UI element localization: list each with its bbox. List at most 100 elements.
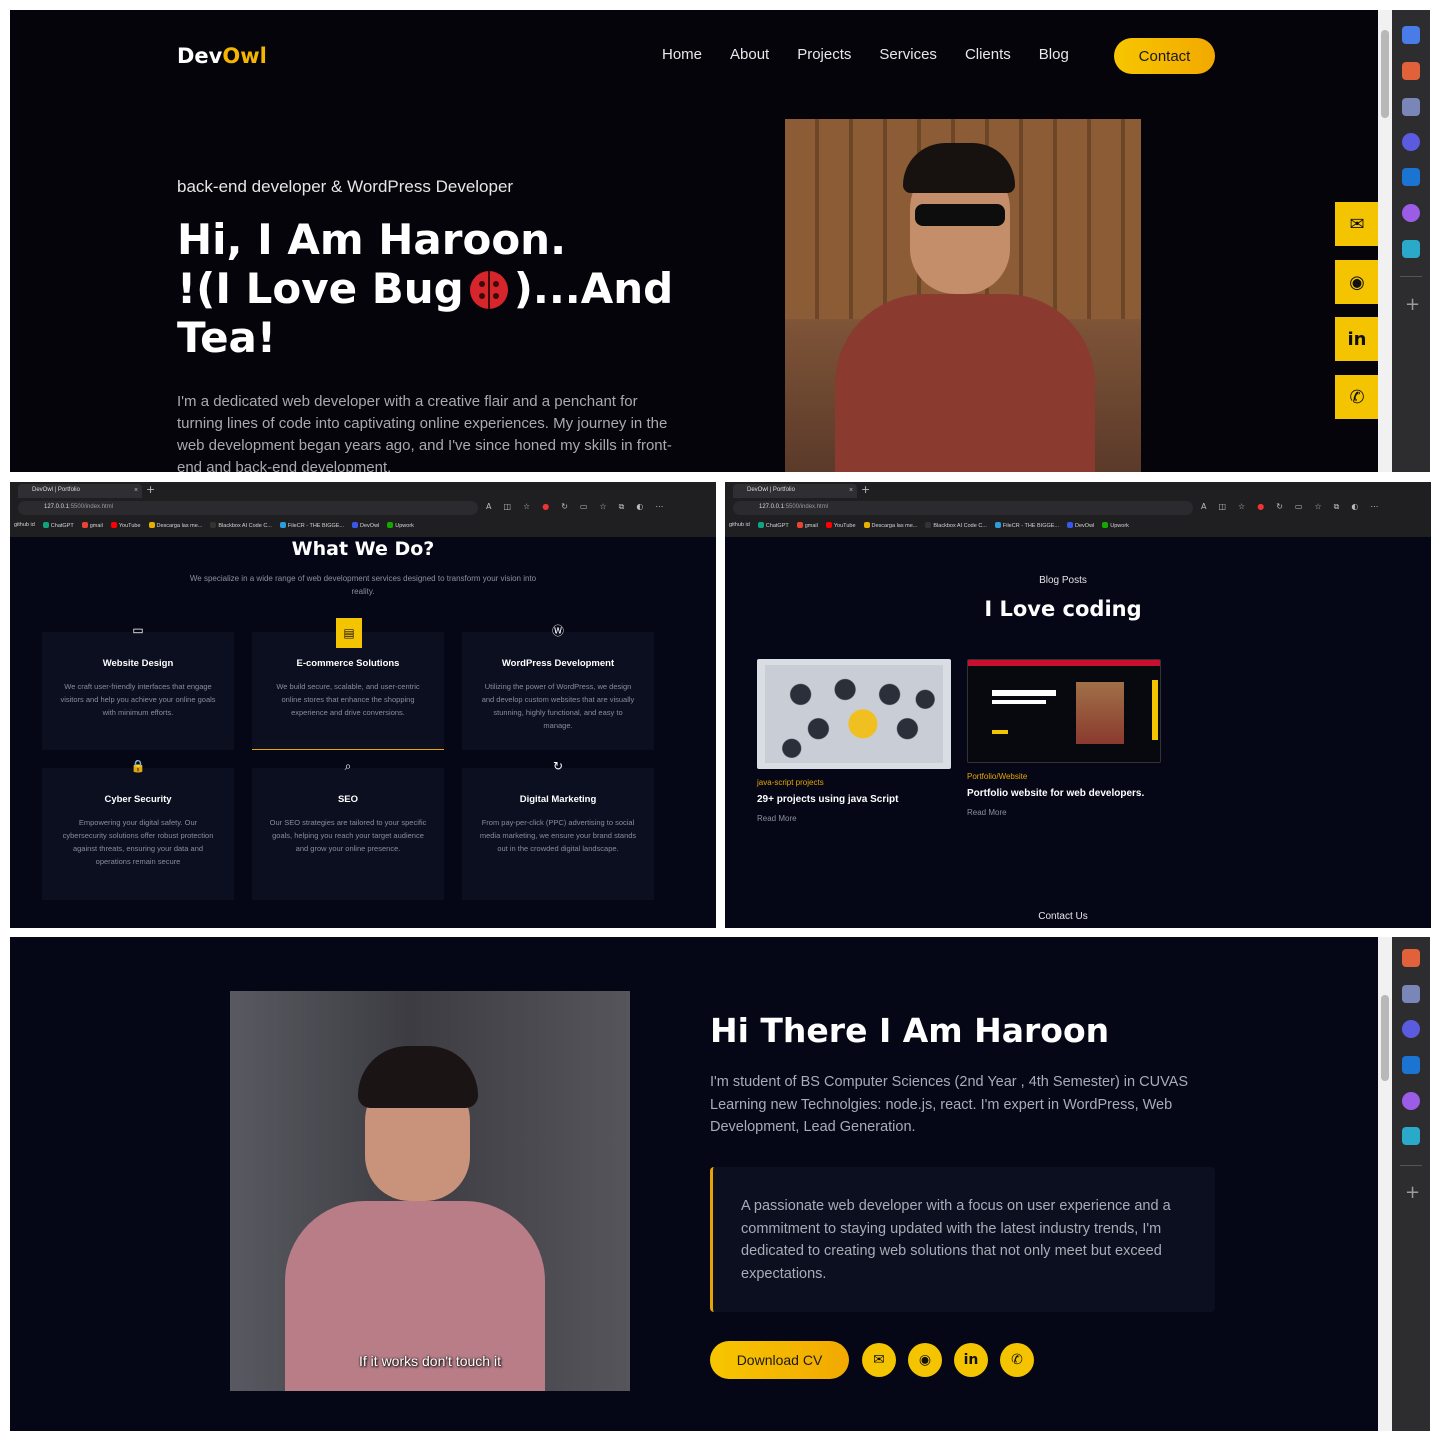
bookmark-item[interactable]: YouTube (825, 522, 856, 529)
card-title: E-commerce Solutions (296, 658, 400, 669)
scrollbar[interactable] (1378, 10, 1392, 472)
site-logo[interactable]: DevOwl (177, 44, 267, 68)
menu-icon[interactable]: ⋯ (1370, 502, 1378, 512)
blog-post-1-title[interactable]: 29+ projects using java Script (757, 794, 898, 805)
bookmark-item[interactable]: DevOwl (352, 522, 379, 529)
blog-post-2-title[interactable]: Portfolio website for web developers. (967, 788, 1144, 799)
nav-home[interactable]: Home (662, 46, 702, 63)
bookmark-item[interactable]: Descarga las me... (148, 522, 203, 529)
bookmark-item[interactable]: YouTube (110, 522, 141, 529)
copilot-icon[interactable]: ◐ (1351, 502, 1358, 512)
github-icon[interactable]: ◉ (908, 1343, 942, 1377)
edge-designer-icon[interactable] (1402, 1092, 1420, 1110)
card-text: We craft user-friendly interfaces that e… (60, 682, 216, 717)
nav-projects[interactable]: Projects (797, 46, 851, 63)
collections-icon[interactable]: ⧉ (619, 502, 625, 512)
new-tab-icon[interactable]: + (861, 483, 870, 496)
service-card-website-design[interactable]: ▭ Website Design We craft user-friendly … (42, 623, 234, 750)
bookmark-item[interactable]: github id (729, 522, 750, 529)
edge-outlook-icon[interactable] (1402, 1056, 1420, 1074)
edge-outlook-icon[interactable] (1402, 168, 1420, 186)
linkedin-icon[interactable]: in (1335, 317, 1379, 361)
star-icon[interactable]: ☆ (1314, 502, 1321, 512)
new-tab-icon[interactable]: + (146, 483, 155, 496)
bookmark-item[interactable]: FileCR - THE BIGGE... (279, 522, 344, 529)
whatsapp-icon[interactable]: ✆ (1335, 375, 1379, 419)
refresh-icon[interactable]: ↻ (1276, 502, 1283, 512)
bookmark-item[interactable]: DevOwl (1067, 522, 1094, 529)
read-aloud-icon[interactable]: A (486, 502, 491, 512)
bookmark-item[interactable]: Blackbox AI Code C... (925, 522, 987, 529)
edge-toolbox-icon[interactable] (1402, 62, 1420, 80)
read-aloud-icon[interactable]: A (1201, 502, 1206, 512)
split-icon[interactable]: ◫ (503, 502, 511, 512)
blog-post-1-read-more[interactable]: Read More (757, 814, 797, 823)
service-card-digital-marketing[interactable]: ↻ Digital Marketing From pay-per-click (… (462, 759, 654, 900)
scroll-thumb[interactable] (1381, 30, 1389, 118)
split-icon[interactable]: ◫ (1218, 502, 1226, 512)
edge-send-icon[interactable] (1402, 240, 1420, 258)
browser-tab[interactable]: DevOwl | Portfolio × (733, 484, 857, 498)
blog-post-1-category[interactable]: java-script projects (757, 778, 824, 787)
edge-add-icon[interactable]: + (1405, 1182, 1420, 1203)
copilot-icon[interactable]: ◐ (636, 502, 643, 512)
blog-post-2-category[interactable]: Portfolio/Website (967, 772, 1027, 781)
whatsapp-icon[interactable]: ✆ (1000, 1343, 1034, 1377)
edge-people-icon[interactable] (1402, 985, 1420, 1003)
nav-about[interactable]: About (730, 46, 769, 63)
bookmark-label: Descarga las me... (156, 523, 203, 529)
service-card-seo[interactable]: ⌕ SEO Our SEO strategies are tailored to… (252, 759, 444, 900)
tabs-icon[interactable]: ▭ (580, 502, 588, 512)
linkedin-icon[interactable]: in (954, 1343, 988, 1377)
bookmark-item[interactable]: ChatGPT (42, 522, 74, 529)
download-cv-button[interactable]: Download CV (710, 1341, 849, 1379)
nav-services[interactable]: Services (879, 46, 937, 63)
mail-icon[interactable]: ✉ (1335, 202, 1379, 246)
bookmark-item[interactable]: gmail (81, 522, 103, 529)
service-card-cyber-security[interactable]: 🔒 Cyber Security Empowering your digital… (42, 759, 234, 900)
edge-toolbox-icon[interactable] (1402, 949, 1420, 967)
edge-copilot-icon[interactable] (1402, 133, 1420, 151)
tabs-icon[interactable]: ▭ (1295, 502, 1303, 512)
bookmark-item[interactable]: ChatGPT (757, 522, 789, 529)
mail-icon[interactable]: ✉ (862, 1343, 896, 1377)
service-card-wordpress[interactable]: Ⓦ WordPress Development Utilizing the po… (462, 624, 654, 750)
blog-post-2-thumbnail[interactable] (967, 659, 1161, 763)
bookmark-item[interactable]: github id (14, 522, 35, 529)
edge-designer-icon[interactable] (1402, 204, 1420, 222)
favorite-icon[interactable]: ☆ (523, 502, 530, 512)
nav-blog[interactable]: Blog (1039, 46, 1069, 63)
edge-tag-icon[interactable] (1402, 26, 1420, 44)
scroll-thumb[interactable] (1381, 995, 1389, 1081)
edge-people-icon[interactable] (1402, 98, 1420, 116)
bookmark-item[interactable]: Descarga las me... (863, 522, 917, 529)
bookmark-item[interactable]: Upwork (1102, 522, 1129, 529)
favorite-icon[interactable]: ☆ (1238, 502, 1245, 512)
bookmark-item[interactable]: gmail (796, 522, 818, 529)
github-icon[interactable]: ◉ (1335, 260, 1379, 304)
edge-copilot-icon[interactable] (1402, 1020, 1420, 1038)
blog-post-1-thumbnail[interactable] (757, 659, 951, 769)
bookmark-item[interactable]: FileCR - THE BIGGE... (994, 522, 1059, 529)
blog-post-2-read-more[interactable]: Read More (967, 808, 1007, 817)
contact-button[interactable]: Contact (1114, 38, 1215, 74)
bookmark-item[interactable]: Blackbox AI Code C... (210, 522, 272, 529)
scrollbar[interactable] (1378, 937, 1392, 1431)
tab-close-icon[interactable]: × (849, 487, 853, 494)
star-icon[interactable]: ☆ (599, 502, 606, 512)
collections-icon[interactable]: ⧉ (1334, 502, 1340, 512)
bookmark-item[interactable]: Upwork (387, 522, 414, 529)
refresh-icon[interactable]: ↻ (561, 502, 568, 512)
edge-send-icon[interactable] (1402, 1127, 1420, 1145)
extension-icon[interactable]: ● (1257, 502, 1264, 512)
menu-icon[interactable]: ⋯ (655, 502, 663, 512)
extension-icon[interactable]: ● (542, 502, 549, 512)
browser-tab[interactable]: DevOwl | Portfolio × (18, 484, 142, 498)
service-card-ecommerce[interactable]: ▤ E-commerce Solutions We build secure, … (252, 618, 444, 750)
photo-hair (358, 1046, 478, 1108)
edge-add-icon[interactable]: + (1405, 294, 1420, 315)
tab-close-icon[interactable]: × (134, 487, 138, 494)
address-bar[interactable]: 127.0.0.1:5500/index.html (18, 501, 478, 515)
address-bar[interactable]: 127.0.0.1:5500/index.html (733, 501, 1193, 515)
nav-clients[interactable]: Clients (965, 46, 1011, 63)
